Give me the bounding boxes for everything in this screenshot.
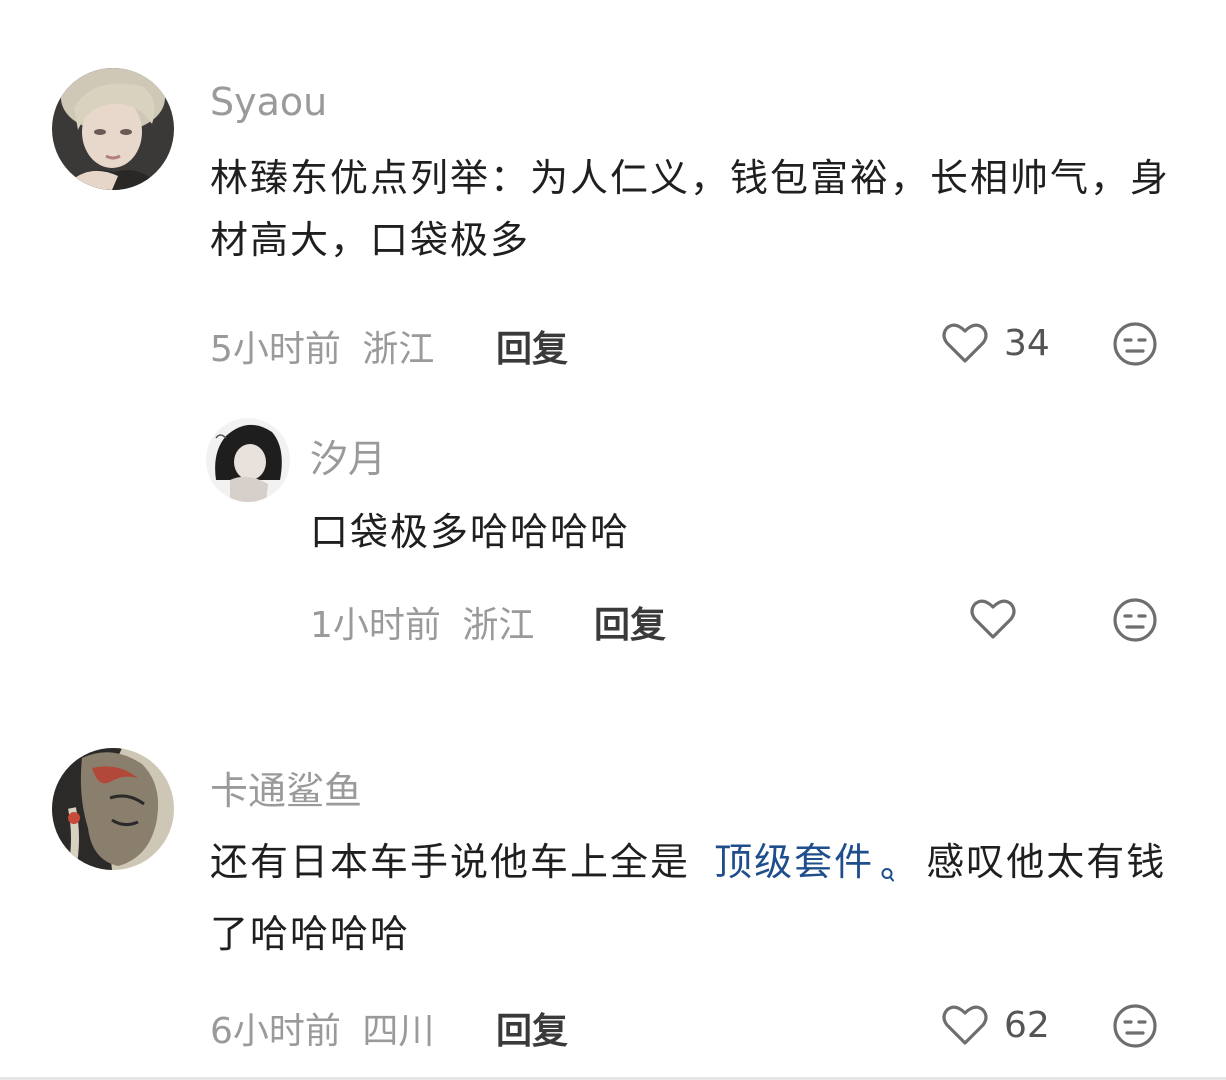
location: 浙江	[362, 329, 435, 370]
user-avatar-photo-icon	[206, 418, 290, 502]
username[interactable]: Syaou	[210, 80, 327, 124]
user-avatar-illustration-icon	[52, 748, 174, 870]
heart-outline-icon	[942, 1005, 988, 1045]
search-link-label: 顶级套件	[714, 840, 875, 884]
heart-outline-icon	[942, 323, 988, 363]
reply-button[interactable]: 回复	[594, 596, 666, 648]
comment-text: 口袋极多哈哈哈哈	[310, 510, 631, 554]
comment-meta: 1小时前 浙江	[310, 596, 534, 648]
like-count: 62	[1004, 1004, 1050, 1046]
timestamp: 1小时前	[310, 605, 441, 646]
like-button[interactable]: 34	[942, 322, 1050, 364]
reply-button[interactable]: 回复	[496, 1002, 568, 1054]
avatar[interactable]	[52, 748, 174, 870]
like-count: 34	[1004, 322, 1050, 364]
neutral-face-icon	[1113, 598, 1157, 642]
search-link[interactable]: 顶级套件	[714, 840, 896, 884]
location: 四川	[362, 1011, 435, 1052]
emoji-reaction-button[interactable]	[1112, 1003, 1158, 1053]
neutral-face-icon	[1113, 322, 1157, 366]
like-button[interactable]: 62	[942, 1004, 1050, 1046]
comment-meta: 6小时前 四川	[210, 1002, 434, 1054]
emoji-reaction-button[interactable]	[1112, 321, 1158, 371]
avatar[interactable]	[206, 418, 290, 502]
comment-text: 林臻东优点列举：为人仁义，钱包富裕，长相帅气，身材高大，口袋极多	[210, 156, 1171, 262]
timestamp: 6小时前	[210, 1011, 341, 1052]
username[interactable]: 汐月	[310, 428, 386, 483]
comment-text: 还有日本车手说他车上全是 顶级套件 感叹他太有钱了哈哈哈哈	[210, 832, 1190, 965]
comment-text-part: 还有日本车手说他车上全是	[210, 840, 691, 884]
username[interactable]: 卡通鲨鱼	[210, 760, 362, 815]
search-icon	[880, 842, 896, 904]
avatar[interactable]	[52, 68, 174, 190]
location: 浙江	[462, 605, 535, 646]
like-button[interactable]	[970, 598, 1016, 640]
emoji-reaction-button[interactable]	[1112, 597, 1158, 647]
user-avatar-photo-icon	[52, 68, 174, 190]
neutral-face-icon	[1113, 1004, 1157, 1048]
heart-outline-icon	[970, 599, 1016, 639]
comment-meta: 5小时前 浙江	[210, 320, 434, 372]
reply-button[interactable]: 回复	[496, 320, 568, 372]
timestamp: 5小时前	[210, 329, 341, 370]
